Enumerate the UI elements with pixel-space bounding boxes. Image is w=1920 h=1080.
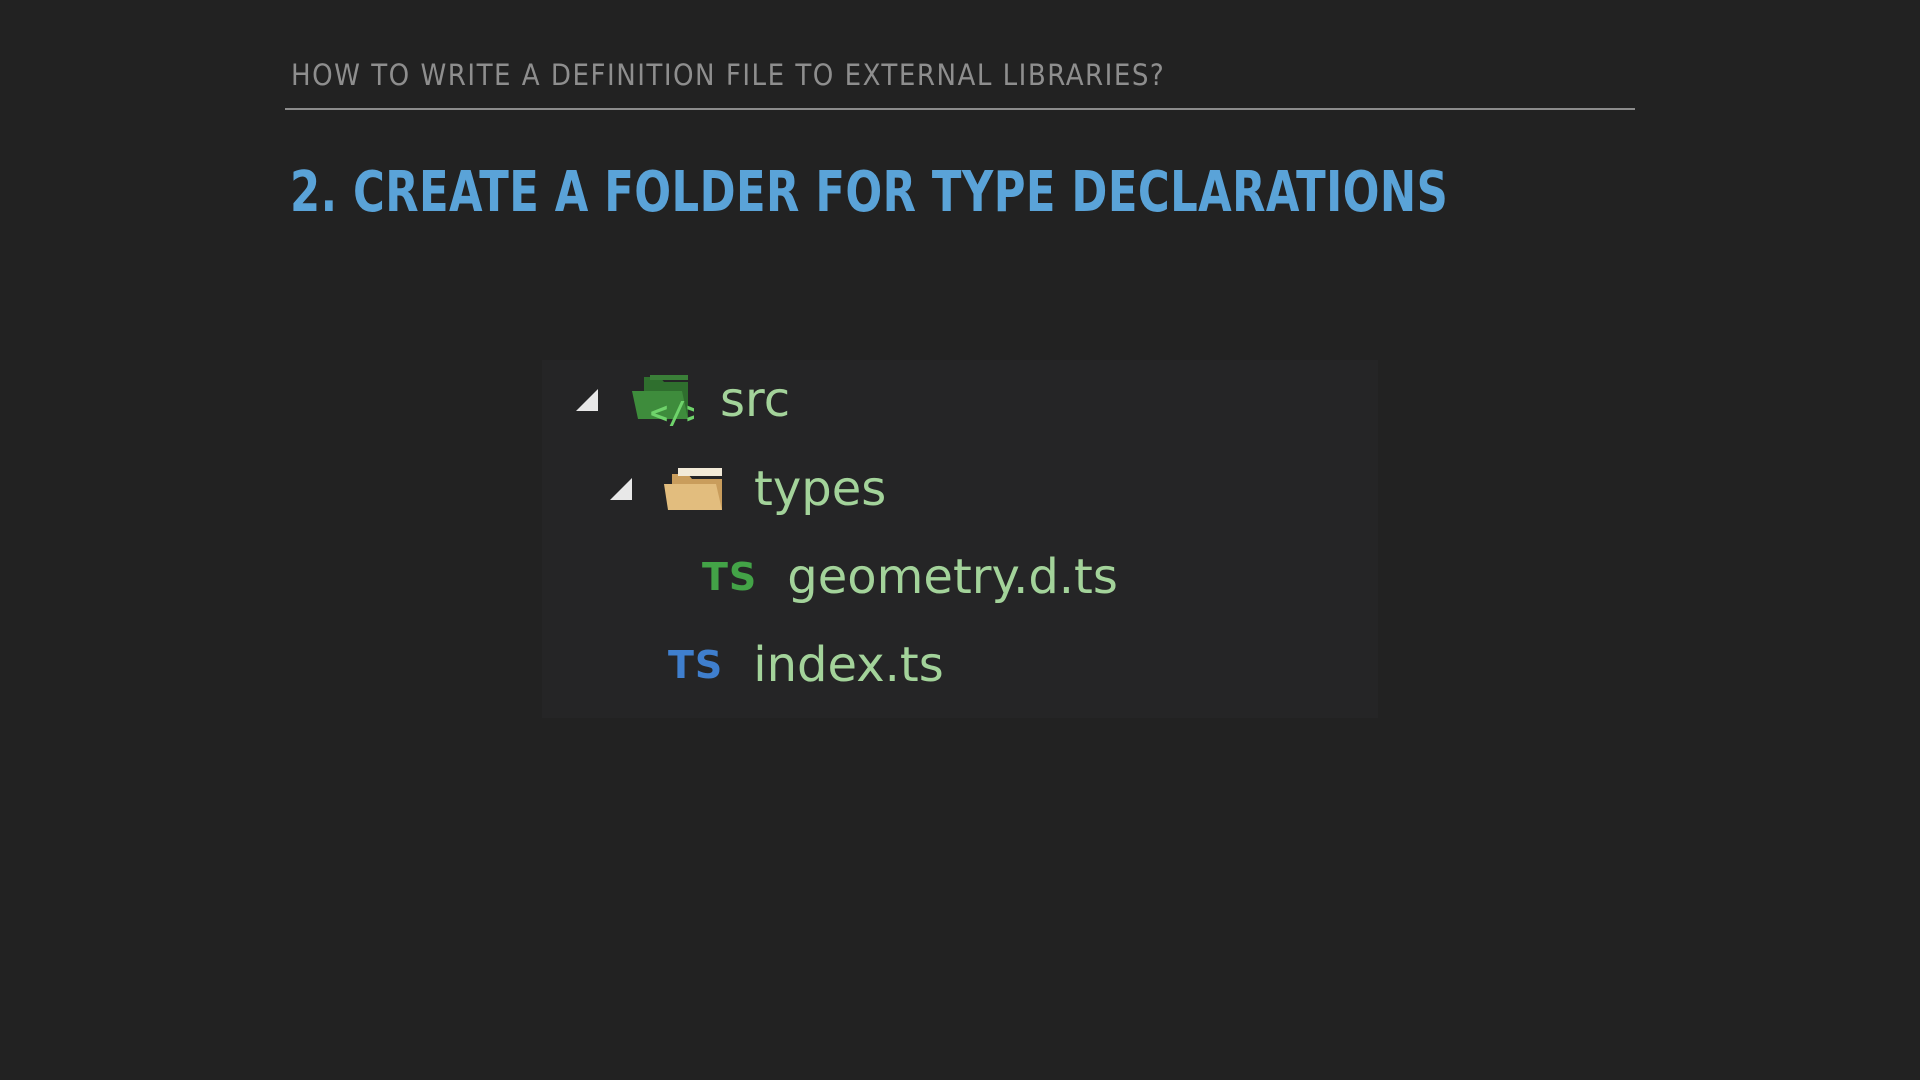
typescript-file-icon: TS [668, 643, 724, 687]
typescript-definition-icon: TS [702, 555, 758, 599]
tree-item-label: index.ts [753, 637, 944, 693]
expand-toggle-icon[interactable] [576, 389, 598, 411]
file-explorer-tree: </> src types TS geometry.d.ts TS [542, 360, 1378, 718]
expand-toggle-icon[interactable] [610, 478, 632, 500]
tree-item-label: types [754, 461, 887, 517]
header-divider [285, 108, 1635, 110]
section-header: HOW TO WRITE A DEFINITION FILE TO EXTERN… [291, 58, 1166, 92]
tree-item-label: geometry.d.ts [787, 549, 1118, 605]
tree-item-types[interactable]: types [610, 454, 886, 524]
code-folder-icon: </> [630, 373, 694, 427]
folder-open-icon [664, 466, 724, 512]
slide-title: 2. CREATE A FOLDER FOR TYPE DECLARATIONS [290, 160, 1449, 225]
svg-text:</>: </> [650, 396, 694, 427]
tree-item-index-ts[interactable]: TS index.ts [668, 630, 944, 700]
tree-item-src[interactable]: </> src [576, 365, 790, 435]
tree-item-label: src [720, 372, 791, 428]
slide: HOW TO WRITE A DEFINITION FILE TO EXTERN… [0, 0, 1920, 1080]
tree-item-geometry-d-ts[interactable]: TS geometry.d.ts [702, 542, 1118, 612]
